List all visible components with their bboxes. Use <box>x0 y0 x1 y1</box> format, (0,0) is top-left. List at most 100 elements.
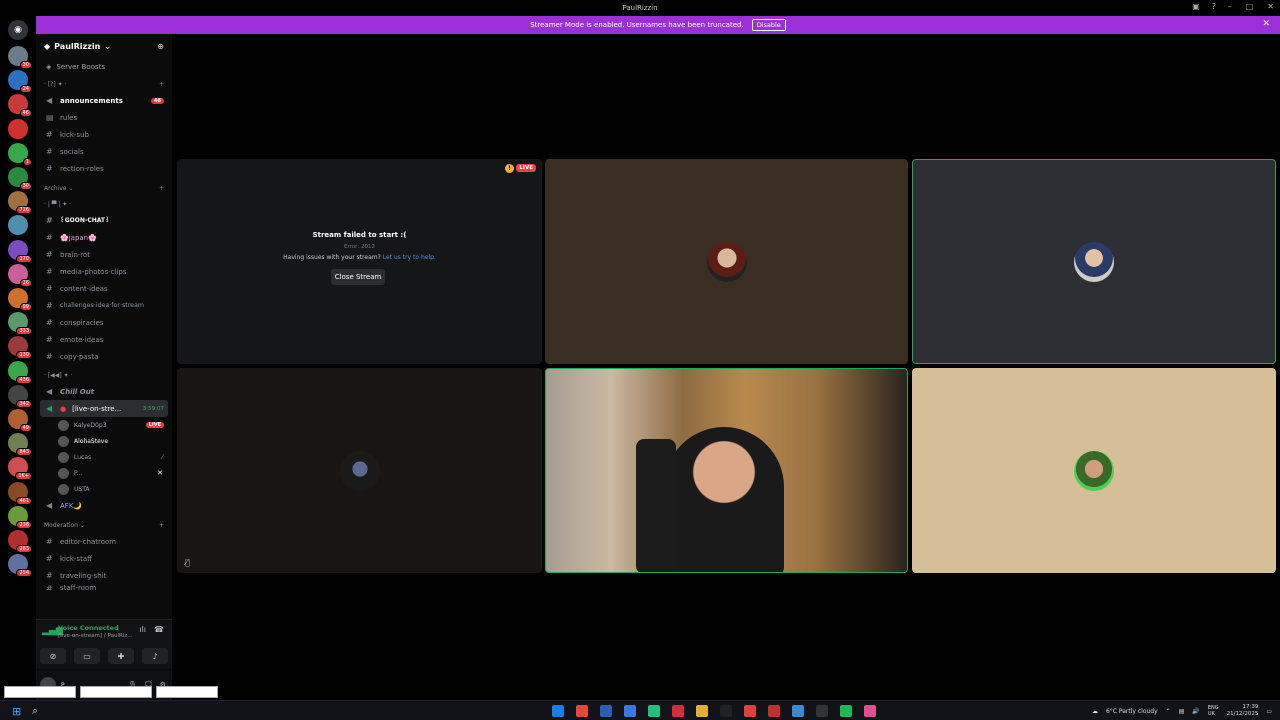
server-icon[interactable]: 238 <box>8 505 32 529</box>
camera-off-button[interactable]: ⊘ <box>40 648 66 664</box>
channel-challenges[interactable]: # challenges·idea·for·stream <box>36 297 172 314</box>
add-channel-icon[interactable]: + <box>159 81 164 88</box>
taskbar-app-icon[interactable] <box>672 705 684 717</box>
close-window-button[interactable]: ✕ <box>1267 2 1274 11</box>
add-channel-icon[interactable]: + <box>159 185 164 192</box>
server-icon[interactable] <box>8 215 28 236</box>
channel-live-on-stream[interactable]: ◀ ● [live-on-stre... 3:59:07 <box>40 400 168 417</box>
channel-chill-out[interactable]: ◀ Chill Out <box>36 383 172 400</box>
taskbar-app-icon[interactable] <box>696 705 708 717</box>
close-stream-button[interactable]: Close Stream <box>331 269 385 285</box>
server-icon[interactable]: 461 <box>8 481 32 505</box>
noise-suppression-icon[interactable]: ılı <box>139 625 146 634</box>
channel-announcements[interactable]: ◀ announcements 48 <box>36 92 172 109</box>
taskbar-app-icon[interactable] <box>768 705 780 717</box>
clock[interactable]: 17:39 21/12/2025 <box>1227 704 1259 718</box>
server-icon[interactable]: 30 <box>8 46 32 69</box>
inbox-icon[interactable]: ▣ <box>1192 2 1200 11</box>
channel-traveling[interactable]: # traveling-shit <box>36 567 172 584</box>
notifications-icon[interactable]: ▭ <box>1266 708 1272 715</box>
search-icon[interactable]: ⌕ <box>32 704 38 718</box>
server-icon[interactable]: 843 <box>8 433 32 457</box>
voice-channel-path[interactable]: [live-on-stream] / PaulRiz... <box>58 633 132 639</box>
participant-tile[interactable]: 🎙̸ <box>177 368 542 573</box>
channel-editor-chatroom[interactable]: # editor-chatroom <box>36 533 172 550</box>
channel-kick-sub[interactable]: # kick-sub <box>36 126 172 143</box>
server-icon[interactable]: 16 <box>8 263 32 287</box>
maximize-button[interactable]: □ <box>1246 2 1254 11</box>
category-voice[interactable]: · [◀◀] ✦ · <box>36 367 172 383</box>
server-icon[interactable]: 130 <box>8 336 32 360</box>
taskbar-app-icon[interactable] <box>792 705 804 717</box>
channel-brain-rot[interactable]: # brain·rot <box>36 246 172 263</box>
invite-people-icon[interactable]: ⊕ <box>157 42 164 51</box>
server-icon[interactable]: 30 <box>8 167 32 190</box>
channel-staff-room[interactable]: # staff-room <box>36 584 172 590</box>
taskbar-app-icon[interactable] <box>600 705 612 717</box>
help-link[interactable]: Let us try to help. <box>383 254 436 261</box>
server-icon[interactable]: 283 <box>8 530 32 553</box>
add-channel-icon[interactable]: + <box>159 522 164 529</box>
channel-rules[interactable]: ▤ rules <box>36 109 172 126</box>
channel-socials[interactable]: # socials <box>36 143 172 160</box>
channel-media[interactable]: # media-photos-clips <box>36 263 172 280</box>
webcam-tile[interactable] <box>545 368 908 573</box>
close-banner-icon[interactable]: ✕ <box>1262 19 1270 29</box>
voice-user[interactable]: KalyeD0p3 LIVE <box>36 417 172 433</box>
server-icon[interactable]: 1K+ <box>8 457 32 481</box>
disable-streamer-mode-button[interactable]: Disable <box>751 19 786 31</box>
weather-icon[interactable]: ☁ <box>1092 708 1098 715</box>
taskbar-app-icon[interactable] <box>552 705 564 717</box>
server-icon[interactable]: 46 <box>8 94 32 118</box>
network-icon[interactable]: ▤ <box>1179 708 1185 715</box>
server-icon[interactable]: 99 <box>8 288 32 311</box>
help-icon[interactable]: ? <box>1212 2 1216 11</box>
pip-window[interactable] <box>156 686 218 698</box>
channel-japan[interactable]: # 🌸japan🌸 <box>36 229 172 246</box>
server-icon[interactable] <box>8 118 28 139</box>
server-header[interactable]: ◆ PaulRizzin ⌄ ⊕ <box>36 34 172 58</box>
server-icon[interactable]: 254 <box>8 554 32 578</box>
taskbar-app-icon[interactable] <box>864 705 876 717</box>
taskbar-app-icon[interactable] <box>648 705 660 717</box>
channel-rection-roles[interactable]: # rection-roles <box>36 160 172 177</box>
taskbar-app-icon[interactable] <box>576 705 588 717</box>
channel-kick-staff[interactable]: # kick-staff <box>36 550 172 567</box>
minimize-button[interactable]: – <box>1228 2 1232 11</box>
language-indicator[interactable]: ENG UK <box>1208 705 1219 717</box>
pip-window[interactable] <box>80 686 152 698</box>
server-icon[interactable]: 436 <box>8 360 32 384</box>
category-second[interactable]: · | ▀ | ✦ · <box>36 196 172 212</box>
category-first[interactable]: · [?] ✦ · + <box>36 76 172 92</box>
channel-conspiracies[interactable]: # conspiracies <box>36 314 172 331</box>
participant-tile-speaking[interactable] <box>912 159 1276 364</box>
channel-copypasta[interactable]: # copy·pasta <box>36 348 172 365</box>
server-icon[interactable]: 1 <box>8 142 32 166</box>
participant-tile[interactable] <box>912 368 1276 573</box>
taskbar-app-icon[interactable] <box>840 705 852 717</box>
server-boosts[interactable]: ◈ Server Boosts <box>36 58 172 76</box>
taskbar-app-icon[interactable] <box>720 705 732 717</box>
voice-user[interactable]: AlohaSteve <box>36 433 172 449</box>
pip-window[interactable] <box>4 686 76 698</box>
soundboard-button[interactable]: ♪ <box>142 648 168 664</box>
participant-tile[interactable] <box>545 159 908 364</box>
screen-share-button[interactable]: ▭ <box>74 648 100 664</box>
disconnect-icon[interactable]: ☎ <box>154 625 164 634</box>
voice-user[interactable]: P... ✕ <box>36 465 172 481</box>
taskbar-app-icon[interactable] <box>744 705 756 717</box>
voice-user[interactable]: USTA <box>36 481 172 497</box>
activities-button[interactable]: ✚ <box>108 648 134 664</box>
voice-user[interactable]: Lucas ⁄ <box>36 449 172 465</box>
weather-text[interactable]: 6°C Partly cloudy <box>1106 708 1158 715</box>
category-archive[interactable]: Archive ⌄ + <box>36 180 172 196</box>
server-icon[interactable]: 49 <box>8 409 32 432</box>
category-moderation[interactable]: Moderation ⌄ + <box>36 517 172 533</box>
server-icon[interactable]: 333 <box>8 312 32 336</box>
channel-content-ideas[interactable]: # content·ideas <box>36 280 172 297</box>
server-icon[interactable]: 342 <box>8 384 32 408</box>
taskbar-app-icon[interactable] <box>624 705 636 717</box>
taskbar-app-icon[interactable] <box>816 705 828 717</box>
channel-goon-chat[interactable]: # ꒰GOON-CHAT꒱ <box>36 212 172 229</box>
stream-error-tile[interactable]: ! LIVE Stream failed to start :( Error: … <box>177 159 542 364</box>
